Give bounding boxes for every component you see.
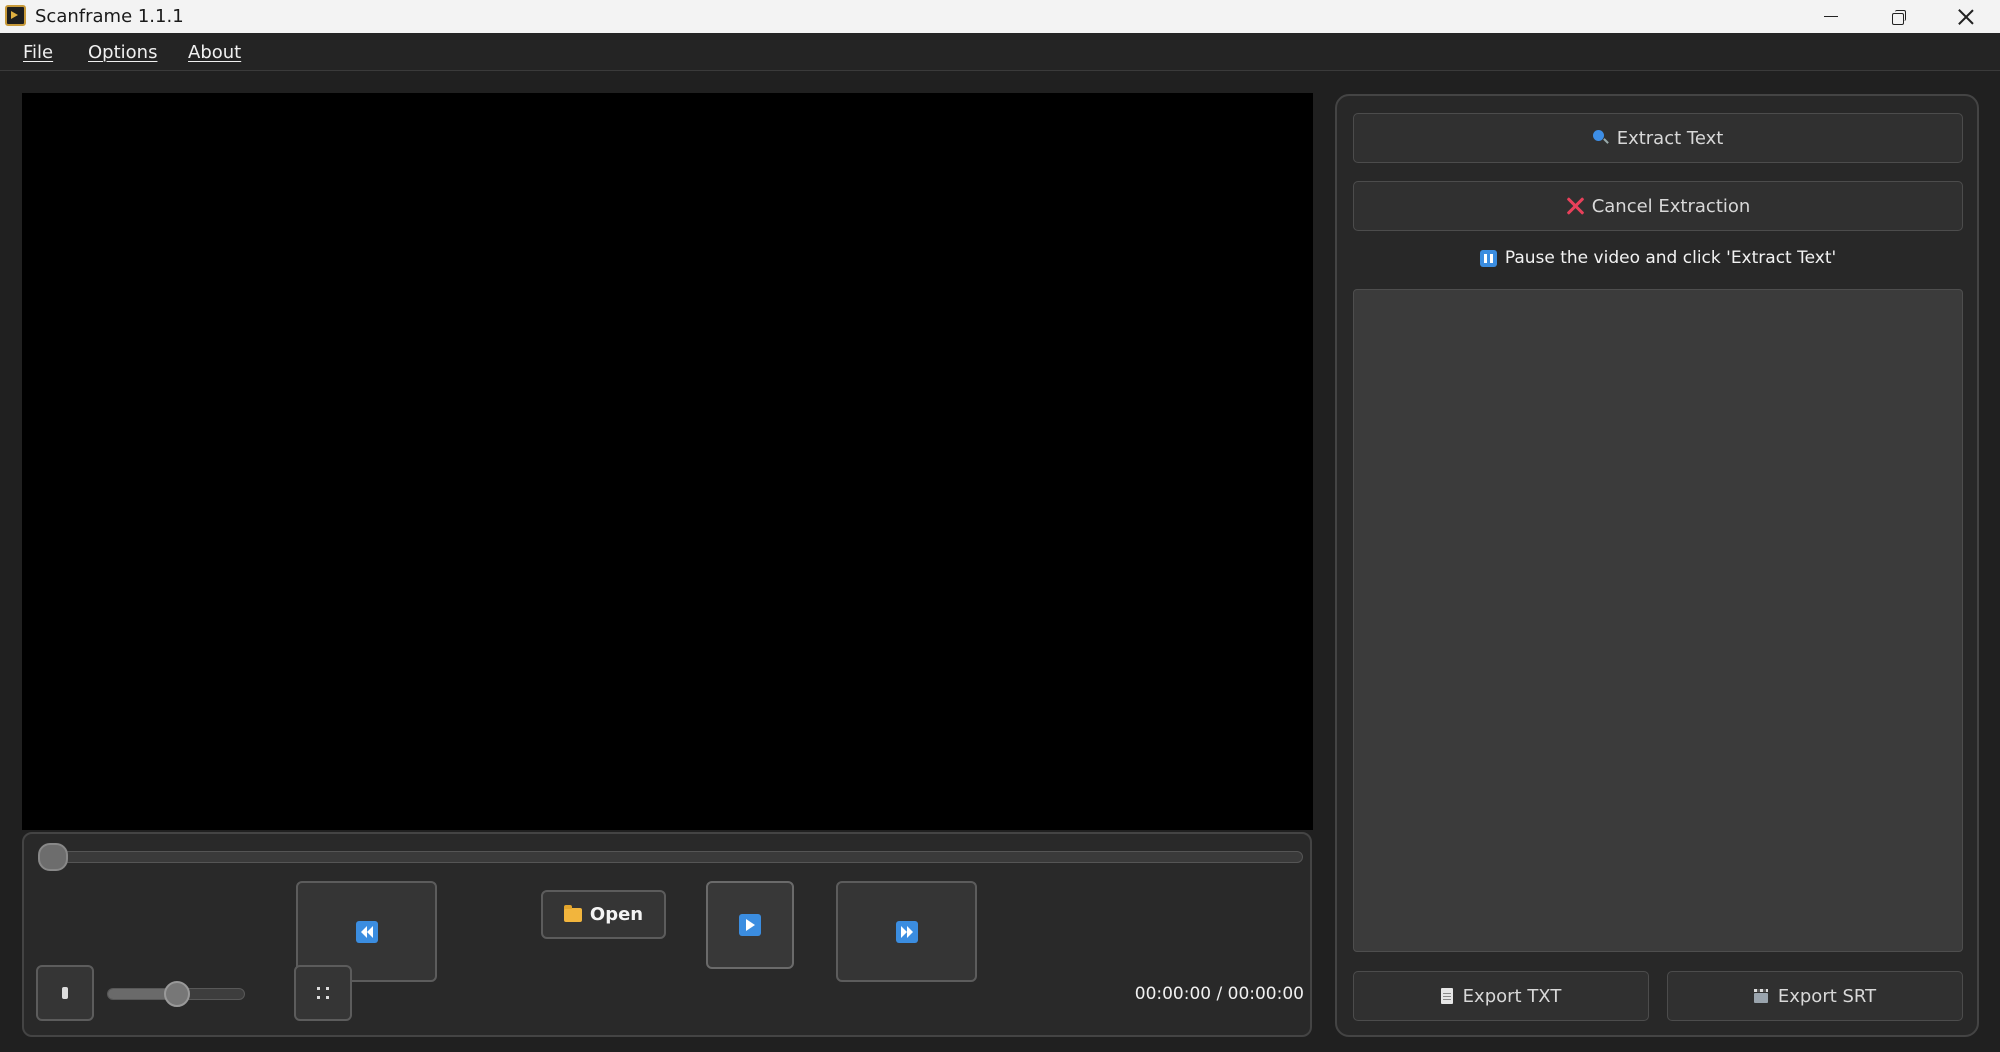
open-button[interactable]: Open (541, 890, 666, 939)
pause-icon (1479, 249, 1497, 267)
extracted-text-area[interactable] (1353, 289, 1963, 952)
export-txt-label: Export TXT (1462, 985, 1562, 1007)
minimize-icon (1824, 15, 1838, 18)
play-button[interactable] (706, 881, 794, 969)
restore-button[interactable] (1864, 0, 1932, 33)
title-bar: Scanframe 1.1.1 (0, 0, 2000, 33)
extract-text-label: Extract Text (1616, 127, 1724, 149)
menu-about[interactable]: About (188, 42, 241, 63)
clapperboard-icon (1753, 989, 1768, 1003)
fullscreen-icon (317, 987, 329, 999)
status-hint: Pause the video and click 'Extract Text' (1353, 248, 1963, 268)
fast-forward-button[interactable] (836, 881, 977, 982)
status-hint-text: Pause the video and click 'Extract Text' (1504, 248, 1837, 268)
video-display[interactable] (22, 93, 1313, 830)
export-txt-button[interactable]: Export TXT (1353, 971, 1649, 1021)
close-button[interactable] (1932, 0, 2000, 33)
play-icon (739, 914, 761, 936)
cancel-extraction-button[interactable]: Cancel Extraction (1353, 181, 1963, 231)
player-controls: Open 00:00:00 / 00:00:00 (22, 832, 1312, 1037)
export-srt-label: Export SRT (1777, 985, 1877, 1007)
export-srt-button[interactable]: Export SRT (1667, 971, 1963, 1021)
extraction-panel: Extract Text Cancel Extraction Pause the… (1335, 94, 1979, 1037)
restore-icon (1892, 9, 1906, 25)
menu-file[interactable]: File (23, 42, 53, 63)
rewind-icon (355, 920, 378, 943)
scanframe-app-icon (5, 5, 26, 26)
seek-slider-handle[interactable] (38, 843, 68, 871)
search-icon (1592, 130, 1609, 146)
document-icon (1440, 988, 1453, 1004)
app-window: Scanframe 1.1.1 File Options About Open … (0, 0, 2000, 1052)
close-icon (1958, 9, 1974, 25)
open-button-label: Open (589, 904, 644, 925)
seek-slider-track[interactable] (39, 851, 1303, 863)
time-display: 00:00:00 / 00:00:00 (1134, 984, 1304, 1004)
fast-forward-icon (895, 920, 918, 943)
folder-icon (563, 904, 582, 922)
volume-slider-handle[interactable] (164, 981, 190, 1007)
menu-bar: File Options About (0, 33, 2000, 71)
volume-icon (62, 987, 68, 999)
cross-icon (1566, 197, 1584, 215)
mute-button[interactable] (36, 965, 94, 1021)
window-title: Scanframe 1.1.1 (35, 6, 184, 27)
cancel-extraction-label: Cancel Extraction (1591, 195, 1751, 217)
minimize-button[interactable] (1797, 0, 1865, 33)
menu-options[interactable]: Options (88, 42, 157, 63)
extract-text-button[interactable]: Extract Text (1353, 113, 1963, 163)
fullscreen-button[interactable] (294, 965, 352, 1021)
